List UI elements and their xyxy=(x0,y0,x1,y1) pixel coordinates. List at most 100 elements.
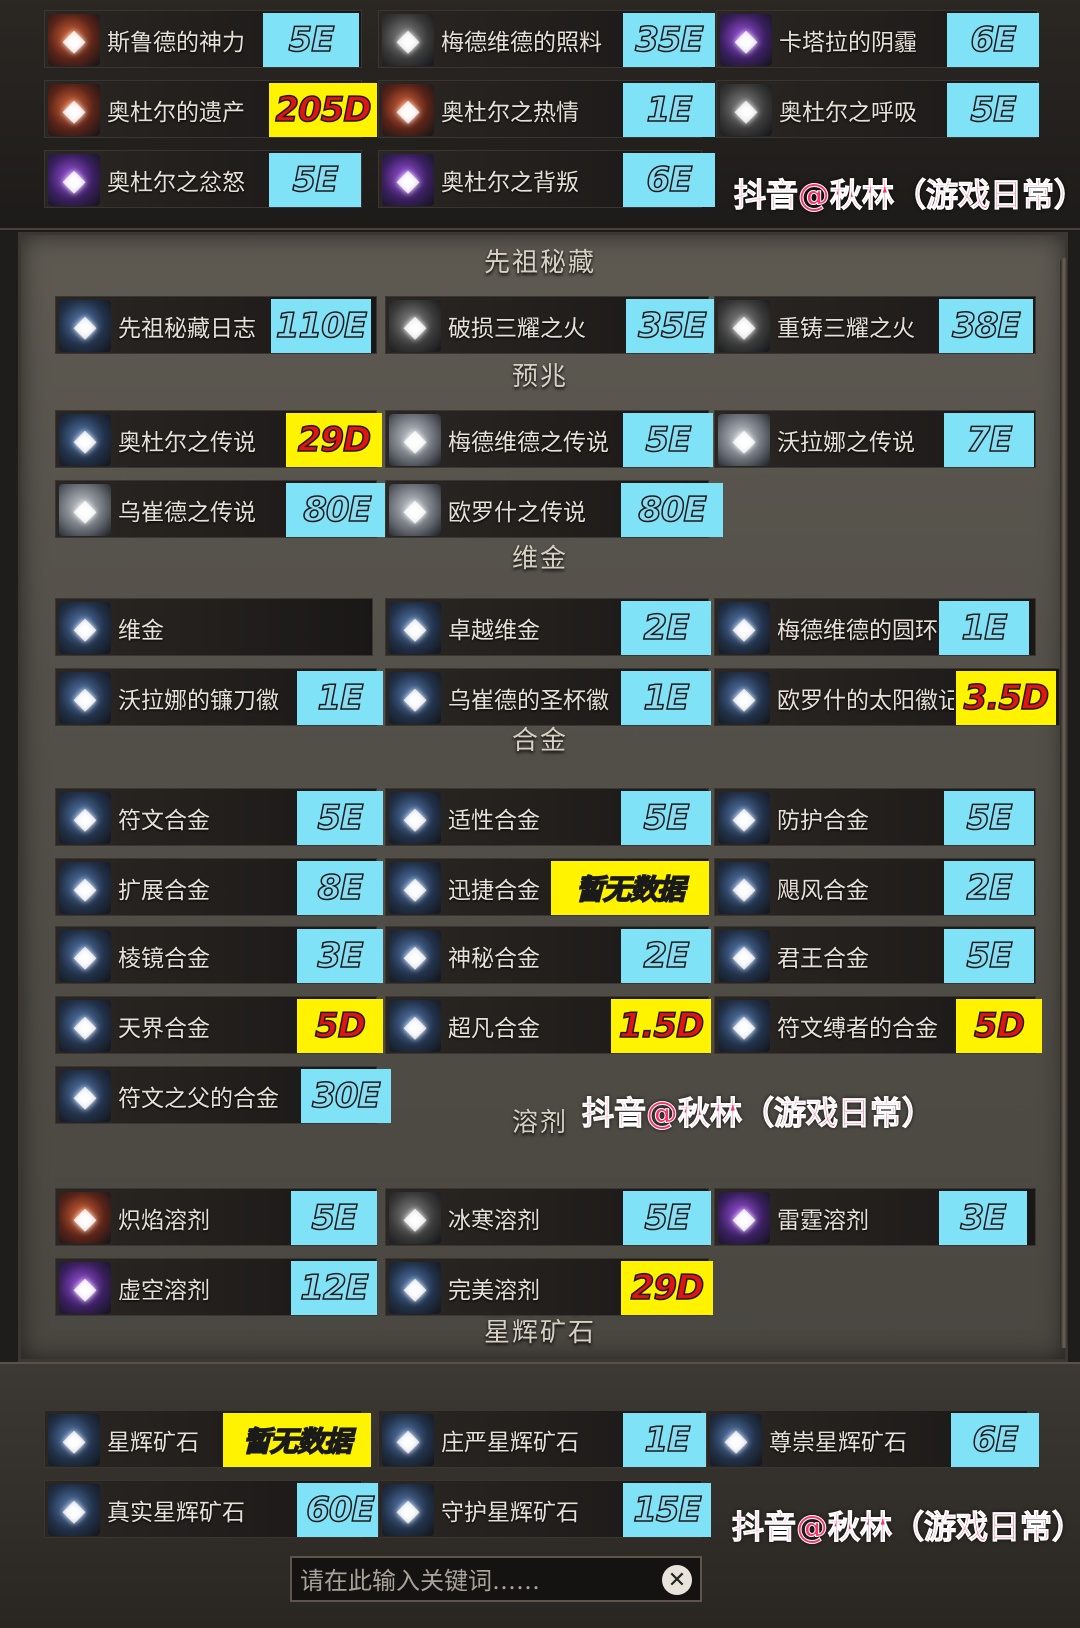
item-icon: ◆ xyxy=(718,930,770,982)
watermark-text: 抖音@秋林（游戏日常） xyxy=(733,176,1080,215)
item-row[interactable]: ◆ 沃拉娜的镰刀徽 1E xyxy=(55,668,383,726)
watermark-text: 抖音@秋林（游戏日常） xyxy=(731,1508,1080,1547)
item-row[interactable]: ◆ 破损三耀之火 35E xyxy=(385,296,718,354)
item-row[interactable]: ◆ 奥杜尔之背叛 6E xyxy=(378,150,715,208)
item-icon: ◆ xyxy=(389,862,441,914)
item-icon: ◆ xyxy=(718,1192,770,1244)
item-row[interactable]: ◆ 奥杜尔之传说 29D xyxy=(55,410,382,468)
item-icon: ◆ xyxy=(382,1414,434,1466)
item-row[interactable]: ◆ 雷霆溶剂 3E xyxy=(714,1188,1036,1246)
item-row[interactable]: ◆ 奥杜尔之热情 1E xyxy=(378,80,715,138)
item-row[interactable]: ◆ 冰寒溶剂 5E xyxy=(385,1188,711,1246)
price-tag: 5E xyxy=(944,791,1034,845)
item-row[interactable]: ◆ 神秘合金 2E xyxy=(385,926,711,984)
item-row[interactable]: ◆ 守护星辉矿石 15E xyxy=(378,1480,711,1538)
price-tag: 1E xyxy=(623,1413,711,1467)
item-row[interactable]: ◆ 炽焰溶剂 5E xyxy=(55,1188,377,1246)
item-name: 奥杜尔之热情 xyxy=(441,100,579,126)
search-box[interactable]: ✕ xyxy=(290,1556,702,1602)
item-name: 奥杜尔之背叛 xyxy=(441,170,579,196)
item-name: 先祖秘藏日志 xyxy=(118,316,256,342)
item-name: 沃拉娜的镰刀徽 xyxy=(118,688,279,714)
item-icon: ◆ xyxy=(48,154,100,206)
item-row[interactable]: ◆ 奥杜尔的遗产 205D xyxy=(44,80,377,138)
item-name: 迅捷合金 xyxy=(448,878,540,904)
item-row[interactable]: ◆ 星辉矿石 暂无数据 xyxy=(44,1410,371,1468)
item-icon: ◆ xyxy=(389,792,441,844)
item-icon: ◆ xyxy=(382,154,434,206)
item-row[interactable]: ◆ 乌崔德的圣杯徽 1E xyxy=(385,668,711,726)
item-row[interactable]: ◆ 防护合金 5E xyxy=(714,788,1036,846)
item-row[interactable]: ◆ 真实星辉矿石 60E xyxy=(44,1480,383,1538)
item-row[interactable]: ◆ 重铸三耀之火 38E xyxy=(714,296,1036,354)
price-tag: 5E xyxy=(623,1191,711,1245)
item-icon: ◆ xyxy=(59,672,111,724)
price-tag: 2E xyxy=(621,929,711,983)
item-row[interactable]: ◆ 欧罗什之传说 80E xyxy=(385,480,723,538)
item-row[interactable]: ◆ 棱镜合金 3E xyxy=(55,926,383,984)
price-tag: 6E xyxy=(951,1413,1039,1467)
item-row[interactable]: ◆ 庄严星辉矿石 1E xyxy=(378,1410,711,1468)
item-row[interactable]: ◆ 适性合金 5E xyxy=(385,788,711,846)
item-row[interactable]: ◆ 符文之父的合金 30E xyxy=(55,1066,391,1124)
item-row[interactable]: ◆ 沃拉娜之传说 7E xyxy=(714,410,1036,468)
price-tag: 6E xyxy=(947,13,1039,67)
item-icon: ◆ xyxy=(59,862,111,914)
item-icon: ◆ xyxy=(59,1070,111,1122)
close-circle-icon[interactable]: ✕ xyxy=(662,1565,692,1595)
item-row[interactable]: ◆ 斯鲁德的神力 5E xyxy=(44,10,362,68)
item-name: 扩展合金 xyxy=(118,878,210,904)
item-name: 炽焰溶剂 xyxy=(118,1208,210,1234)
item-row[interactable]: ◆ 欧罗什的太阳徽记 3.5D xyxy=(714,668,1060,726)
item-name: 梅德维德之传说 xyxy=(448,430,609,456)
item-name: 卡塔拉的阴霾 xyxy=(779,30,917,56)
price-tag: 5E xyxy=(263,13,359,67)
item-name: 欧罗什之传说 xyxy=(448,500,586,526)
item-row[interactable]: ◆ 符文合金 5E xyxy=(55,788,383,846)
item-icon: ◆ xyxy=(59,930,111,982)
item-row[interactable]: ◆ 完美溶剂 29D xyxy=(385,1258,713,1316)
item-row[interactable]: ◆ 梅德维德的照料 35E xyxy=(378,10,715,68)
item-row[interactable]: ◆ 虚空溶剂 12E xyxy=(55,1258,377,1316)
item-name: 雷霆溶剂 xyxy=(777,1208,869,1234)
item-icon: ◆ xyxy=(382,84,434,136)
item-icon: ◆ xyxy=(59,792,111,844)
price-tag: 6E xyxy=(623,153,715,207)
item-row[interactable]: ◆ 乌崔德之传说 80E xyxy=(55,480,388,538)
item-name: 防护合金 xyxy=(777,808,869,834)
item-row[interactable]: ◆ 奥杜尔之呼吸 5E xyxy=(716,80,1039,138)
item-row[interactable]: ◆ 梅德维德的圆环 1E xyxy=(714,598,1036,656)
item-row[interactable]: ◆ 先祖秘藏日志 110E xyxy=(55,296,377,354)
item-name: 符文合金 xyxy=(118,808,210,834)
price-tag: 1E xyxy=(297,671,383,725)
item-icon: ◆ xyxy=(389,672,441,724)
price-tag: 1E xyxy=(939,601,1029,655)
item-name: 神秘合金 xyxy=(448,946,540,972)
item-name: 梅德维德的圆环 xyxy=(777,618,937,644)
item-name: 奥杜尔之忿怒 xyxy=(107,170,245,196)
item-row[interactable]: ◆ 超凡合金 1.5D xyxy=(385,996,711,1054)
item-row[interactable]: ◆ 扩展合金 8E xyxy=(55,858,383,916)
item-row[interactable]: ◆ 君王合金 5E xyxy=(714,926,1036,984)
scrollbar[interactable] xyxy=(1060,258,1068,1348)
item-icon: ◆ xyxy=(389,602,441,654)
item-row[interactable]: ◆ 卓越维金 2E xyxy=(385,598,711,656)
price-tag: 29D xyxy=(621,1261,713,1315)
item-row[interactable]: ◆ 迅捷合金 暂无数据 xyxy=(385,858,709,916)
item-row[interactable]: ◆ 天界合金 5D xyxy=(55,996,383,1054)
item-row[interactable]: ◆ 卡塔拉的阴霾 6E xyxy=(716,10,1039,68)
item-row[interactable]: ◆ 维金 xyxy=(55,598,373,656)
item-row[interactable]: ◆ 尊崇星辉矿石 6E xyxy=(706,1410,1039,1468)
item-icon: ◆ xyxy=(389,1192,441,1244)
item-icon: ◆ xyxy=(720,14,772,66)
item-row[interactable]: ◆ 奥杜尔之忿怒 5E xyxy=(44,150,362,208)
price-tag: 8E xyxy=(297,861,383,915)
item-name: 维金 xyxy=(118,618,164,644)
section-heading-omens: 预兆 xyxy=(511,362,568,392)
item-row[interactable]: ◆ 符文缚者的合金 5D xyxy=(714,996,1042,1054)
item-row[interactable]: ◆ 梅德维德之传说 5E xyxy=(385,410,713,468)
item-icon: ◆ xyxy=(48,14,100,66)
price-tag: 60E xyxy=(297,1483,383,1537)
item-row[interactable]: ◆ 飓风合金 2E xyxy=(714,858,1036,916)
search-input[interactable] xyxy=(298,1562,642,1600)
